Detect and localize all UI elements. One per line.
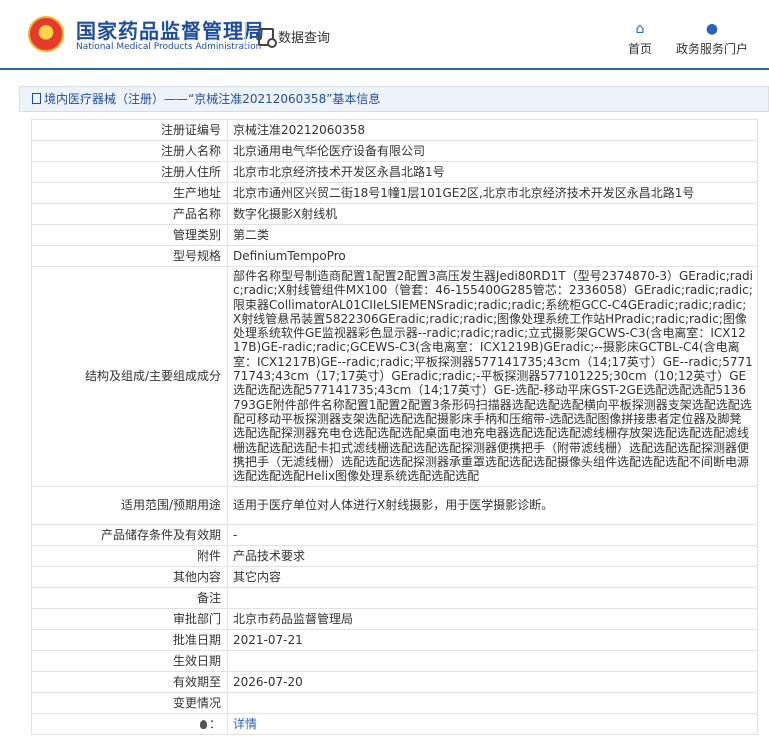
table-row: 附件 产品技术要求 xyxy=(31,545,758,568)
field-value xyxy=(227,587,758,610)
field-value: - xyxy=(227,524,758,547)
home-label: 首页 xyxy=(627,42,652,56)
field-label: 结构及组成/主要组成成分 xyxy=(31,265,228,488)
field-label: 产品储存条件及有效期 xyxy=(31,524,228,547)
table-row: 注册人名称 北京通用电气华伦医疗设备有限公司 xyxy=(31,140,758,162)
details-cell: 详情 xyxy=(227,713,758,736)
field-value: 数字化摄影X射线机 xyxy=(227,203,758,225)
site-title[interactable]: 国家药品监督管理局 xyxy=(76,15,265,44)
field-value: 北京市药品监督管理局 xyxy=(227,608,758,631)
field-value: 产品技术要求 xyxy=(227,545,758,568)
data-query-label: 数据查询 xyxy=(278,31,331,46)
user-icon: ● xyxy=(705,21,719,37)
table-row: 有效期至 2026-07-20 xyxy=(31,671,758,694)
field-value: 京械注准20212060358 xyxy=(227,119,758,141)
field-value: 适用于医疗单位对人体进行X射线摄影，用于医学摄影诊断。 xyxy=(227,486,758,526)
field-value: 其它内容 xyxy=(227,566,758,589)
table-row: 注册人住所 北京市北京经济技术开发区永昌北路1号 xyxy=(31,161,758,183)
registration-info-table: 注册证编号 京械注准20212060358 注册人名称 北京通用电气华伦医疗设备有限公… xyxy=(31,119,758,736)
field-label: 生产地址 xyxy=(31,182,228,204)
field-label: 批准日期 xyxy=(31,629,228,652)
breadcrumb: 境内医疗器械（注册）——“京械注准20212060358”基本信息 xyxy=(19,86,769,112)
details-row: ： 详情 xyxy=(31,713,758,736)
header-divider xyxy=(245,22,246,48)
field-label: 注册人名称 xyxy=(31,140,228,162)
home-link[interactable]: ⌂ 首页 xyxy=(620,22,660,57)
table-row: 批准日期 2021-07-21 xyxy=(31,629,758,652)
field-label: 有效期至 xyxy=(31,671,228,694)
field-value xyxy=(227,692,758,715)
lightbulb-icon xyxy=(199,719,207,729)
search-doc-icon xyxy=(258,27,277,48)
table-row: 变更情况 xyxy=(31,692,758,715)
table-row: 备注 xyxy=(31,587,758,610)
site-header: 国家药品监督管理局 National Medical Products Admi… xyxy=(0,0,769,70)
field-label: 适用范围/预期用途 xyxy=(31,486,228,526)
field-label: 产品名称 xyxy=(31,203,228,225)
table-row: 审批部门 北京市药品监督管理局 xyxy=(31,608,758,631)
field-value: 部件名称型号制造商配置1配置2配置3高压发生器Jedi80RD1T（型号2374… xyxy=(227,265,758,488)
field-label: 其他内容 xyxy=(31,566,228,589)
service-portal-label: 政务服务门户 xyxy=(675,42,748,56)
field-value xyxy=(227,650,758,673)
field-label: 生效日期 xyxy=(31,650,228,673)
table-row: 产品名称 数字化摄影X射线机 xyxy=(31,203,758,225)
document-icon xyxy=(32,93,41,104)
field-value: 第二类 xyxy=(227,224,758,246)
field-value: DefiniumTempoPro xyxy=(227,245,758,267)
field-label: 审批部门 xyxy=(31,608,228,631)
field-label: 注册人住所 xyxy=(31,161,228,183)
details-icon-cell: ： xyxy=(31,713,228,736)
site-subtitle: National Medical Products Administration xyxy=(76,42,262,52)
field-label: 管理类别 xyxy=(31,224,228,246)
field-label: 注册证编号 xyxy=(31,119,228,141)
data-query-link[interactable]: 数据查询 xyxy=(258,27,331,48)
table-row: 结构及组成/主要组成成分 部件名称型号制造商配置1配置2配置3高压发生器Jedi8… xyxy=(31,265,758,488)
details-link[interactable]: 详情 xyxy=(233,717,257,731)
table-row: 产品储存条件及有效期 - xyxy=(31,524,758,547)
field-value: 2026-07-20 xyxy=(227,671,758,694)
table-row: 型号规格 DefiniumTempoPro xyxy=(31,245,758,267)
table-row: 管理类别 第二类 xyxy=(31,224,758,246)
table-row: 适用范围/预期用途 适用于医疗单位对人体进行X射线摄影，用于医学摄影诊断。 xyxy=(31,486,758,526)
field-value: 北京市北京经济技术开发区永昌北路1号 xyxy=(227,161,758,183)
field-value: 北京通用电气华伦医疗设备有限公司 xyxy=(227,140,758,162)
home-icon: ⌂ xyxy=(635,21,645,37)
table-row: 其他内容 其它内容 xyxy=(31,566,758,589)
field-label: 附件 xyxy=(31,545,228,568)
field-label: 备注 xyxy=(31,587,228,610)
field-label: 变更情况 xyxy=(31,692,228,715)
breadcrumb-text: 境内医疗器械（注册）——“京械注准20212060358”基本信息 xyxy=(44,92,381,106)
field-value: 北京市通州区兴贸二街18号1幢1层101GE2区,北京市北京经济技术开发区永昌北… xyxy=(227,182,758,204)
table-row: 注册证编号 京械注准20212060358 xyxy=(31,119,758,141)
table-row: 生产地址 北京市通州区兴贸二街18号1幢1层101GE2区,北京市北京经济技术开发… xyxy=(31,182,758,204)
field-label: 型号规格 xyxy=(31,245,228,267)
national-emblem-icon[interactable] xyxy=(28,16,64,52)
field-value: 2021-07-21 xyxy=(227,629,758,652)
table-row: 生效日期 xyxy=(31,650,758,673)
service-portal-link[interactable]: ● 政务服务门户 xyxy=(672,22,752,57)
